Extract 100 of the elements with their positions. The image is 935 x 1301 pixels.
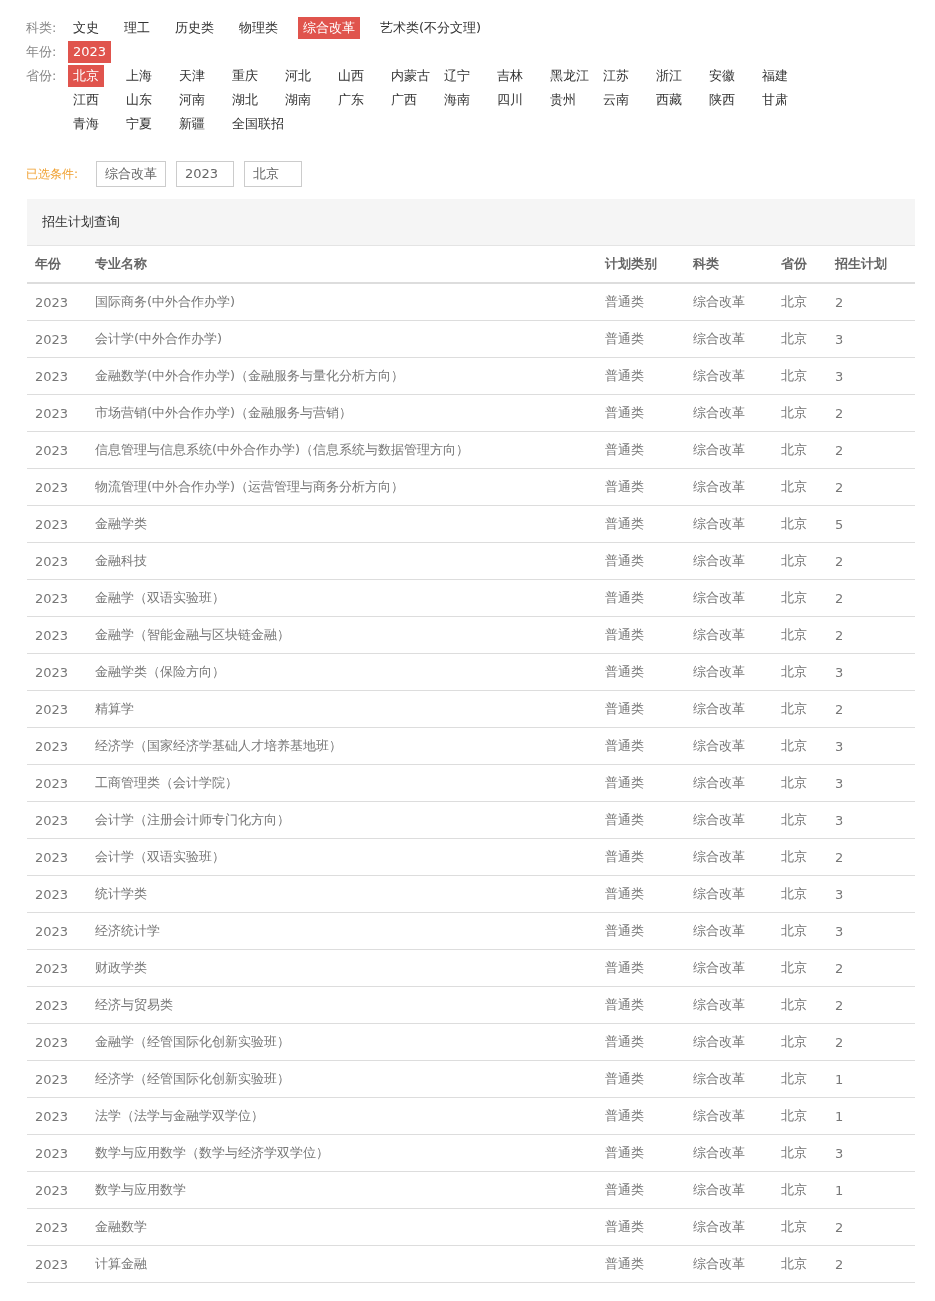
filter-option[interactable]: 陕西 — [704, 89, 740, 111]
filter-option[interactable]: 文史 — [68, 17, 104, 39]
table-cell: 2 — [827, 394, 915, 432]
filter-option[interactable]: 河南 — [174, 89, 210, 111]
filter-option[interactable]: 广西 — [386, 89, 422, 111]
table-cell: 综合改革 — [685, 838, 773, 876]
table-cell: 普通类 — [597, 616, 685, 654]
filter-option[interactable]: 天津 — [174, 65, 210, 87]
table-cell: 北京 — [773, 764, 827, 802]
table-cell: 3 — [827, 653, 915, 691]
table-cell: 2023 — [27, 764, 87, 802]
filter-option[interactable]: 江西 — [68, 89, 104, 111]
filter-option[interactable]: 甘肃 — [757, 89, 793, 111]
table-cell: 1 — [827, 1060, 915, 1098]
table-cell: 2023 — [27, 727, 87, 765]
table-cell: 普通类 — [597, 1208, 685, 1246]
table-cell: 统计学类 — [87, 875, 597, 913]
condition-tag: 北京 — [244, 161, 302, 187]
filter-option[interactable]: 河北 — [280, 65, 316, 87]
table-cell: 综合改革 — [685, 283, 773, 321]
table-cell: 北京 — [773, 875, 827, 913]
table-cell: 2023 — [27, 542, 87, 580]
table-cell: 北京 — [773, 949, 827, 987]
table-cell: 2 — [827, 1208, 915, 1246]
filter-option[interactable]: 云南 — [598, 89, 634, 111]
filter-option[interactable]: 全国联招 — [227, 113, 289, 135]
table-cell: 北京 — [773, 1060, 827, 1098]
table-cell: 北京 — [773, 320, 827, 358]
table-cell: 北京 — [773, 1245, 827, 1283]
panel-header: 招生计划查询 — [27, 199, 915, 246]
table-cell: 2023 — [27, 1023, 87, 1061]
table-cell: 2023 — [27, 616, 87, 654]
filter-option[interactable]: 安徽 — [704, 65, 740, 87]
filter-option[interactable]: 青海 — [68, 113, 104, 135]
table-cell: 2023 — [27, 1097, 87, 1135]
table-cell: 2023 — [27, 801, 87, 839]
table-cell: 北京 — [773, 690, 827, 728]
filter-option[interactable]: 上海 — [121, 65, 157, 87]
table-cell: 北京 — [773, 468, 827, 506]
filter-option[interactable]: 广东 — [333, 89, 369, 111]
table-cell: 北京 — [773, 1134, 827, 1172]
filter-option[interactable]: 辽宁 — [439, 65, 475, 87]
filter-option[interactable]: 重庆 — [227, 65, 263, 87]
table-cell: 2 — [827, 1245, 915, 1283]
filter-option[interactable]: 贵州 — [545, 89, 581, 111]
table-cell: 普通类 — [597, 320, 685, 358]
filter-option[interactable]: 理工 — [119, 17, 155, 39]
filter-option[interactable]: 湖南 — [280, 89, 316, 111]
table-cell: 2023 — [27, 431, 87, 469]
filter-option[interactable]: 吉林 — [492, 65, 528, 87]
filter-label: 省份: — [26, 67, 58, 85]
table-cell: 综合改革 — [685, 1060, 773, 1098]
filter-option[interactable]: 四川 — [492, 89, 528, 111]
table-cell: 2023 — [27, 838, 87, 876]
table-cell: 普通类 — [597, 1134, 685, 1172]
table-cell: 北京 — [773, 431, 827, 469]
table-cell: 精算学 — [87, 690, 597, 728]
column-header: 专业名称 — [87, 246, 597, 283]
table-cell: 2 — [827, 283, 915, 321]
filter-option[interactable]: 艺术类(不分文理) — [375, 17, 487, 39]
table-cell: 金融学（智能金融与区块链金融） — [87, 616, 597, 654]
filter-option[interactable]: 江苏 — [598, 65, 634, 87]
filter-option[interactable]: 福建 — [757, 65, 793, 87]
table-cell: 普通类 — [597, 653, 685, 691]
table-cell: 普通类 — [597, 690, 685, 728]
table-cell: 北京 — [773, 542, 827, 580]
filter-option[interactable]: 新疆 — [174, 113, 210, 135]
table-cell: 2023 — [27, 875, 87, 913]
table-cell: 2023 — [27, 1208, 87, 1246]
filter-option[interactable]: 湖北 — [227, 89, 263, 111]
table-cell: 国际商务(中外合作办学) — [87, 283, 597, 321]
filter-option[interactable]: 综合改革 — [298, 17, 360, 39]
filter-option[interactable]: 海南 — [439, 89, 475, 111]
table-cell: 法学（法学与金融学双学位） — [87, 1097, 597, 1135]
filter-option[interactable]: 内蒙古 — [386, 65, 435, 87]
filter-option[interactable]: 浙江 — [651, 65, 687, 87]
table-cell: 3 — [827, 357, 915, 395]
filter-option[interactable]: 2023 — [68, 41, 112, 63]
table-cell: 综合改革 — [685, 912, 773, 950]
filter-option[interactable]: 宁夏 — [121, 113, 157, 135]
table-cell: 综合改革 — [685, 616, 773, 654]
table-cell: 综合改革 — [685, 1171, 773, 1209]
filter-option[interactable]: 山西 — [333, 65, 369, 87]
table-cell: 2023 — [27, 283, 87, 321]
filter-option[interactable]: 北京 — [68, 65, 104, 87]
table-cell: 经济学（国家经济学基础人才培养基地班） — [87, 727, 597, 765]
table-cell: 北京 — [773, 912, 827, 950]
table-cell: 2 — [827, 468, 915, 506]
table-cell: 数学与应用数学（数学与经济学双学位） — [87, 1134, 597, 1172]
filter-option[interactable]: 黑龙江 — [545, 65, 594, 87]
filter-option[interactable]: 山东 — [121, 89, 157, 111]
table-cell: 2023 — [27, 394, 87, 432]
filter-option[interactable]: 历史类 — [170, 17, 219, 39]
table-cell: 普通类 — [597, 394, 685, 432]
filter-option[interactable]: 物理类 — [234, 17, 283, 39]
table-cell: 综合改革 — [685, 1134, 773, 1172]
table-cell: 金融科技 — [87, 542, 597, 580]
table-cell: 综合改革 — [685, 1245, 773, 1283]
table-cell: 金融数学(中外合作办学)（金融服务与量化分析方向） — [87, 357, 597, 395]
filter-option[interactable]: 西藏 — [651, 89, 687, 111]
